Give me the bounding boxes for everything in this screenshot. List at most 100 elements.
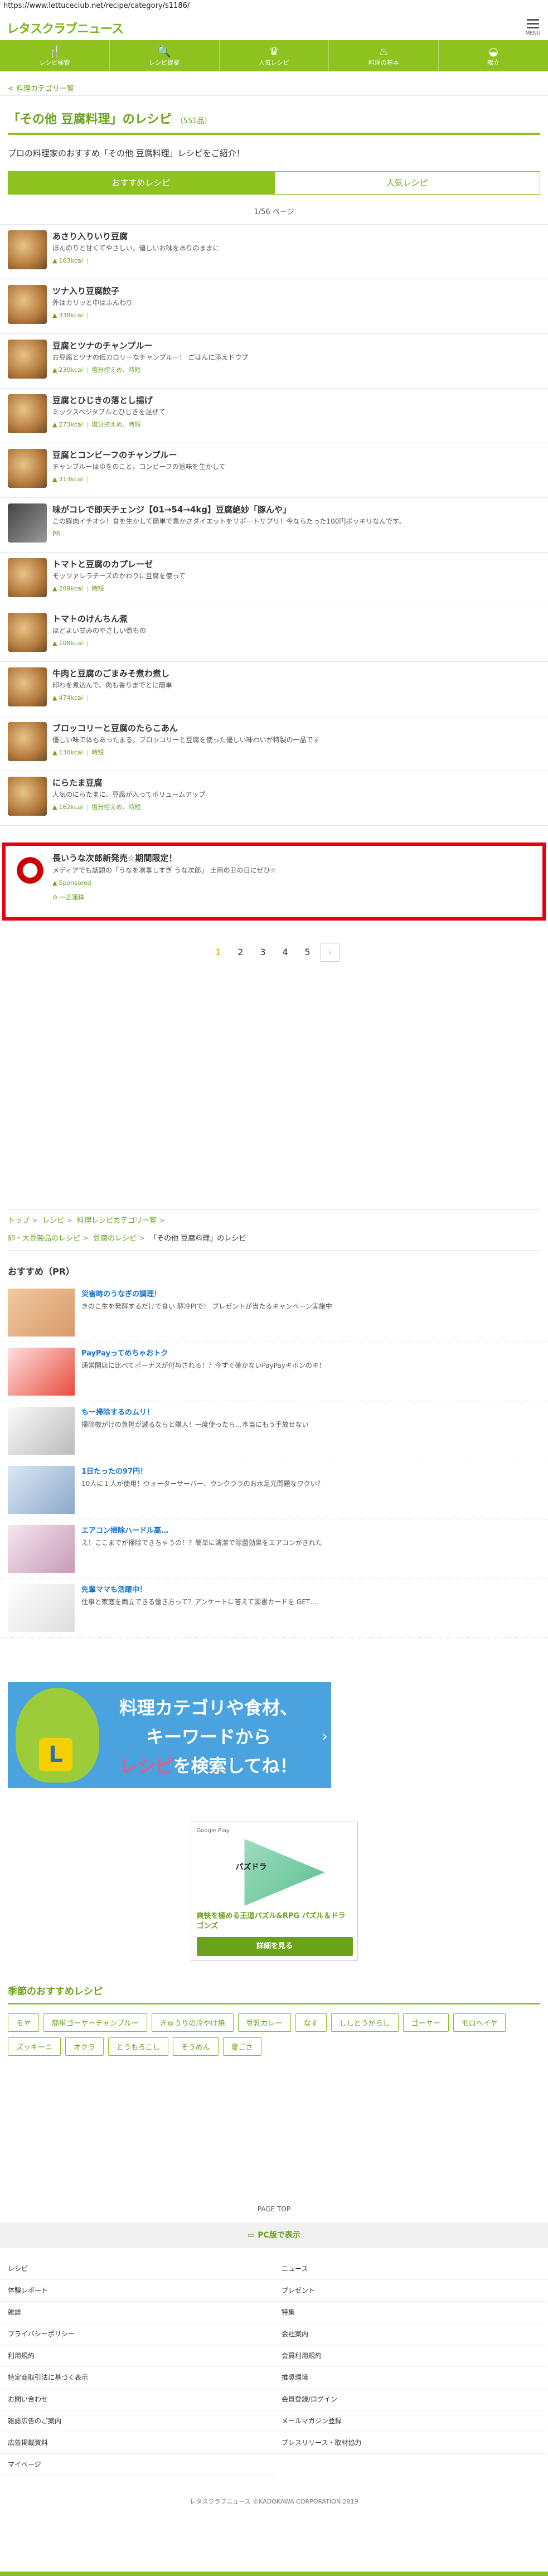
nav-recipe-search[interactable]: 🍴 レシピ検索 — [0, 40, 110, 71]
page-2[interactable]: 2 — [231, 943, 250, 962]
recipe-thumbnail[interactable] — [8, 285, 47, 324]
season-tag[interactable]: とうもろこし — [108, 2037, 168, 2056]
recipe-name[interactable]: あさり入りいり豆腐 — [52, 230, 540, 243]
ad-title[interactable]: 長いうな次郎新発売☆期間限定！ — [52, 851, 276, 865]
season-tag[interactable]: ズッキーニ — [8, 2037, 61, 2056]
pr-item[interactable]: 1日たったの97円！ 10人に１人が使用！ウォーターサーバー、ウンクララのお水足元… — [0, 1460, 548, 1519]
breadcrumb-category-list[interactable]: 料理レシピカテゴリ一覧 — [77, 1217, 157, 1225]
recipe-name[interactable]: 豆腐とひじきの落とし揚げ — [52, 394, 540, 406]
pr-item[interactable]: 先輩ママも活躍中！ 仕事と家庭を両立できる働き方って？アンケートに答えて図書カード… — [0, 1578, 548, 1638]
recipe-name[interactable]: 豆腐とツナのチャンプルー — [52, 340, 540, 352]
recipe-name[interactable]: 味がコレで即天チェンジ【01→54→4kg】豆腐絶妙「豚んや」 — [52, 503, 540, 516]
pc-view-link[interactable]: ▭ PC版で表示 — [0, 2222, 548, 2248]
pr-title[interactable]: もー掃除するのムリ！ — [81, 1407, 309, 1419]
site-logo[interactable]: レタスクラブニュース — [7, 19, 124, 37]
recipe-name[interactable]: ブロッコリーと豆腐のたらこあん — [52, 722, 540, 734]
nav-menu-plan[interactable]: ◒ 献立 — [439, 40, 548, 71]
recipe-item[interactable]: ブロッコリーと豆腐のたらこあん 優しい味で体もあったまる。ブロッコリーと豆腐を使っ… — [0, 716, 548, 771]
recipe-name[interactable]: トマトと豆腐のカプレーゼ — [52, 558, 540, 570]
pr-thumbnail[interactable] — [8, 1289, 75, 1337]
recipe-thumbnail[interactable] — [8, 449, 47, 488]
pr-thumbnail[interactable] — [8, 1348, 75, 1396]
pr-thumbnail[interactable] — [8, 1407, 75, 1455]
season-tag[interactable]: なす — [295, 2013, 327, 2032]
recipe-item[interactable]: あさり入りいり豆腐 ほんのりと甘くてやさしい。優しいお味をありのままに ▲ 163kc… — [0, 225, 548, 279]
recipe-thumbnail[interactable] — [8, 722, 47, 761]
recipe-item[interactable]: にらたま豆腐 人気のにらたまに、豆腐が入ってボリュームアップ ▲ 162kcal | 塩分… — [0, 771, 548, 826]
recipe-item[interactable]: トマトと豆腐のカプレーゼ モッツァレラチーズのかわりに豆腐を使って ▲ 209kcal… — [0, 553, 548, 607]
footer-link[interactable]: ニュース — [274, 2258, 547, 2280]
ad-logo[interactable] — [13, 854, 47, 887]
pr-title[interactable]: 先輩ママも活躍中！ — [81, 1584, 317, 1596]
recipe-item[interactable]: 豆腐とコンビーフのチャンプルー チャンプルーはゆをのこと。コンビーフの旨味を生かし… — [0, 443, 548, 498]
recipe-name[interactable]: トマトのけんちん煮 — [52, 613, 540, 625]
footer-link[interactable]: 推奨環境 — [274, 2367, 547, 2389]
page-top-link[interactable]: PAGE TOP — [0, 2205, 548, 2213]
recipe-thumbnail[interactable] — [8, 613, 47, 652]
season-tag[interactable]: モロヘイヤ — [453, 2013, 506, 2032]
url-bar[interactable]: https://www.lettuceclub.net/recipe/categ… — [0, 0, 548, 12]
tab-popular[interactable]: 人気レシピ — [274, 171, 540, 195]
pr-title[interactable]: 1日たったの97円！ — [81, 1466, 324, 1478]
season-tag[interactable]: オクラ — [65, 2037, 104, 2056]
pr-item[interactable]: エアコン掃除ハードル高… え！ここまでが掃除できちゃうの！？簡単に清潔で除菌効果を… — [0, 1519, 548, 1578]
season-tag[interactable]: モヤ — [8, 2013, 40, 2032]
pr-item[interactable]: もー掃除するのムリ！ 掃除機がけの負担が減るならと購入！一度使ったら…本当にもう手… — [0, 1401, 548, 1460]
recipe-thumbnail[interactable] — [8, 558, 47, 597]
nav-recipe-suggest[interactable]: 🔍 レシピ提案 — [110, 40, 220, 71]
recipe-search-banner[interactable]: L 料理カテゴリや食材、 キーワードから レシピを検索してね！ › — [8, 1682, 331, 1788]
recipe-name[interactable]: 豆腐とコンビーフのチャンプルー — [52, 449, 540, 461]
footer-link[interactable]: プレスリリース・取材協力 — [274, 2432, 547, 2454]
tab-recommended[interactable]: おすすめレシピ — [8, 171, 274, 195]
breadcrumb-egg-soy[interactable]: 卵・大豆製品のレシピ — [8, 1234, 80, 1243]
pr-item[interactable]: 災害時のうなぎの調理！ きのこ生を発酵するだけで食い 酵冷PIで！ プレゼントが当… — [0, 1283, 548, 1342]
game-ad[interactable]: Google Play パズドラ 爽快を極める王道パズル&RPG パズル＆ドラゴ… — [190, 1822, 358, 1961]
pr-item[interactable]: PayPayってめちゃおトク 通常開店に比べてポーナスが付与される！？今すぐ確かな… — [0, 1342, 548, 1401]
footer-link[interactable]: 雑誌 — [0, 2302, 274, 2323]
ad-advertiser[interactable]: 一正蒲鉾 — [60, 894, 84, 901]
footer-link[interactable]: お問い合わせ — [0, 2389, 274, 2410]
footer-link[interactable]: プライバシーポリシー — [0, 2323, 274, 2345]
footer-link[interactable]: 体験レポート — [0, 2280, 274, 2302]
season-tag[interactable]: 簡単ゴーヤーチャンプルー — [43, 2013, 147, 2032]
recipe-item[interactable]: ツナ入り豆腐餃子 外はカリッと中はふんわり ▲ 338kcal | — [0, 279, 548, 334]
recipe-thumbnail[interactable] — [8, 777, 47, 816]
footer-link[interactable]: 特定商取引法に基づく表示 — [0, 2367, 274, 2389]
recipe-thumbnail[interactable] — [8, 667, 47, 706]
pr-thumbnail[interactable] — [8, 1525, 75, 1573]
footer-link[interactable]: プレゼント — [274, 2280, 547, 2302]
page-4[interactable]: 4 — [276, 943, 295, 962]
recipe-item[interactable]: 豆腐とひじきの落とし揚げ ミックスベジタブルとひじきを混ぜて ▲ 273kcal | 塩分… — [0, 389, 548, 443]
pr-title[interactable]: エアコン掃除ハードル高… — [81, 1525, 322, 1537]
game-ad-details-button[interactable]: 詳細を見る — [196, 1937, 353, 1956]
footer-link[interactable]: 広告掲載資料 — [0, 2432, 274, 2454]
footer-link[interactable]: 会員登録/ログイン — [274, 2389, 547, 2410]
recipe-name[interactable]: 牛肉と豆腐のごまみそ煮わ煮し — [52, 667, 540, 680]
pr-thumbnail[interactable] — [8, 1466, 75, 1514]
season-tag[interactable]: 夏ごさ — [222, 2037, 261, 2056]
page-1[interactable]: 1 — [209, 943, 228, 962]
season-tag[interactable]: 豆乳カレー — [237, 2013, 291, 2032]
season-tag[interactable]: ししとうがらし — [331, 2013, 399, 2032]
back-to-category-link[interactable]: < 料理カテゴリ一覧 — [8, 85, 74, 93]
recipe-item-pr[interactable]: 味がコレで即天チェンジ【01→54→4kg】豆腐絶妙「豚んや」 この豚肉イチオシ！… — [0, 498, 548, 553]
page-3[interactable]: 3 — [254, 943, 273, 962]
footer-link[interactable]: マイページ — [0, 2454, 274, 2476]
nav-popular[interactable]: ♛ 人気レシピ — [220, 40, 329, 71]
page-5[interactable]: 5 — [298, 943, 317, 962]
footer-link[interactable]: 特集 — [274, 2302, 547, 2323]
recipe-item[interactable]: トマトのけんちん煮 ほどよい甘みのやさしい煮もの ▲ 108kcal | — [0, 607, 548, 662]
footer-link[interactable]: メールマガジン登録 — [274, 2410, 547, 2432]
recipe-item[interactable]: 豆腐とツナのチャンプルー お豆腐とツナの低カロリーなチャンプルー！ ごはんに添えド… — [0, 334, 548, 389]
footer-link[interactable]: 雑誌広告のご案内 — [0, 2410, 274, 2432]
nav-basics[interactable]: ♨ 料理の基本 — [329, 40, 439, 71]
recipe-thumbnail[interactable] — [8, 230, 47, 269]
pr-title[interactable]: PayPayってめちゃおトク — [81, 1348, 326, 1360]
footer-link[interactable]: 会員利用規約 — [274, 2345, 547, 2367]
pr-title[interactable]: 災害時のうなぎの調理！ — [81, 1289, 332, 1301]
footer-link[interactable]: 会社案内 — [274, 2323, 547, 2345]
breadcrumb-recipe[interactable]: レシピ — [42, 1217, 64, 1225]
recipe-name[interactable]: ツナ入り豆腐餃子 — [52, 285, 540, 297]
next-page-button[interactable]: › — [320, 943, 340, 962]
breadcrumb-top[interactable]: トップ — [8, 1217, 30, 1225]
